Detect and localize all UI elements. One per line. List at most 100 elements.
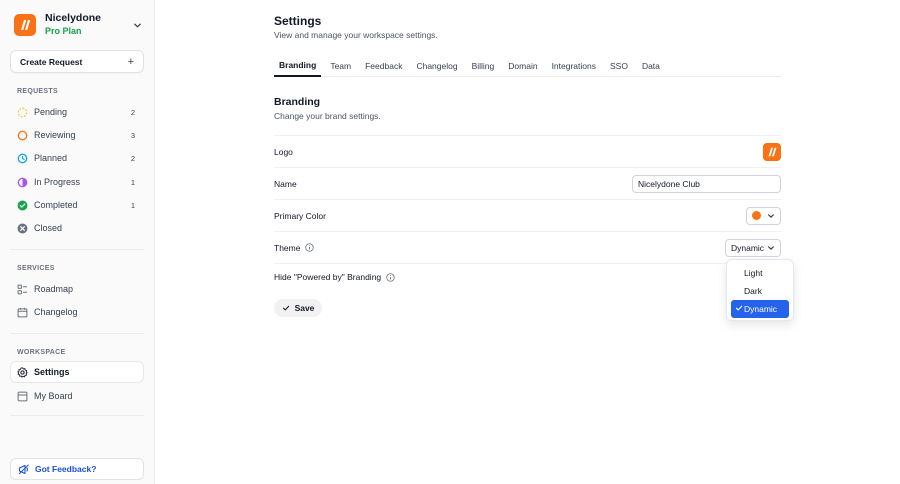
sidebar-item-label: My Board [34, 391, 73, 401]
primary-color-label: Primary Color [274, 210, 326, 221]
workspace-plan: Pro Plan [45, 26, 82, 36]
create-request-label: Create Request [20, 56, 83, 67]
request-count: 3 [130, 130, 135, 140]
plus-icon: + [127, 55, 134, 68]
request-count: 2 [130, 107, 135, 117]
option-label: Light [744, 268, 763, 278]
workspace-section-label: WORKSPACE [17, 349, 66, 356]
tab-billing[interactable]: Billing [467, 55, 500, 77]
save-label: Save [294, 303, 315, 313]
logo-label: Logo [274, 146, 293, 157]
tab-branding[interactable]: Branding [274, 55, 322, 77]
tab-domain[interactable]: Domain [503, 55, 542, 77]
sidebar-item-settings[interactable]: Settings [10, 361, 144, 383]
tab-data[interactable]: Data [637, 55, 665, 77]
chevron-down-icon [768, 213, 774, 218]
sidebar-item-label: Changelog [34, 307, 78, 317]
theme-option-dynamic[interactable]: Dynamic [731, 300, 789, 318]
main-content: Settings View and manage your workspace … [155, 0, 900, 484]
x-circle-icon [17, 223, 28, 234]
sidebar-item-in-progress[interactable]: In Progress 1 [10, 171, 144, 193]
planned-status-icon [17, 153, 28, 164]
theme-select-value: Dynamic [731, 242, 765, 253]
hide-branding-label-group: Hide "Powered by" Branding [274, 272, 395, 282]
sidebar-item-label: Closed [34, 223, 63, 233]
name-row: Name [274, 167, 781, 199]
logo-row: Logo [274, 135, 781, 167]
sidebar-divider [10, 249, 144, 250]
name-label: Name [274, 178, 297, 189]
name-input[interactable] [632, 174, 781, 193]
settings-tabs: Branding Team Feedback Changelog Billing… [274, 55, 781, 77]
check-circle-icon [17, 200, 28, 211]
request-count: 1 [130, 200, 135, 210]
request-count: 2 [130, 153, 135, 163]
option-label: Dark [744, 286, 762, 296]
sidebar-divider [10, 415, 144, 416]
sidebar-item-label: Completed [34, 200, 78, 210]
in-progress-status-icon [17, 177, 28, 188]
requests-section-label: REQUESTS [17, 88, 58, 95]
roadmap-icon [17, 284, 28, 295]
workspace-logo-icon [14, 14, 36, 36]
info-icon[interactable] [305, 243, 315, 252]
check-icon [735, 304, 743, 312]
theme-select[interactable]: Dynamic [725, 238, 781, 257]
calendar-icon [17, 307, 28, 318]
tab-changelog[interactable]: Changelog [411, 55, 462, 77]
theme-label: Theme [274, 242, 301, 253]
hide-branding-label: Hide "Powered by" Branding [274, 272, 382, 282]
workspace-switcher[interactable]: Nicelydone Pro Plan [14, 11, 144, 39]
theme-option-light[interactable]: Light [731, 264, 789, 282]
sidebar-item-pending[interactable]: Pending 2 [10, 101, 144, 123]
theme-label-group: Theme [274, 242, 315, 253]
create-request-button[interactable]: Create Request + [10, 50, 144, 73]
tab-sso[interactable]: SSO [605, 55, 633, 77]
sidebar-item-label: In Progress [34, 177, 81, 187]
sidebar-item-planned[interactable]: Planned 2 [10, 147, 144, 169]
save-button[interactable]: Save [274, 299, 322, 317]
color-swatch [752, 211, 761, 220]
chevron-down-icon[interactable] [130, 18, 144, 32]
branding-section-title: Branding [274, 96, 321, 108]
sidebar-item-reviewing[interactable]: Reviewing 3 [10, 124, 144, 146]
megaphone-icon [18, 463, 30, 475]
option-label: Dynamic [744, 304, 778, 314]
tab-team[interactable]: Team [325, 55, 356, 77]
gear-icon [17, 366, 28, 378]
got-feedback-label: Got Feedback? [35, 464, 97, 474]
sidebar-item-label: Reviewing [34, 130, 76, 140]
branding-section-description: Change your brand settings. [274, 111, 381, 121]
sidebar-item-roadmap[interactable]: Roadmap [10, 278, 144, 300]
sidebar-divider [10, 333, 144, 334]
sidebar-item-closed[interactable]: Closed [10, 217, 144, 239]
primary-color-row: Primary Color [274, 199, 781, 231]
brand-logo-upload[interactable] [763, 142, 781, 161]
sidebar-item-label: Roadmap [34, 284, 74, 294]
tab-integrations[interactable]: Integrations [547, 55, 601, 77]
sidebar-item-label: Pending [34, 107, 68, 117]
reviewing-status-icon [17, 130, 28, 141]
primary-color-picker[interactable] [746, 206, 781, 225]
request-count: 1 [130, 177, 135, 187]
info-icon[interactable] [386, 272, 395, 282]
chevron-down-icon [767, 244, 775, 252]
sidebar-item-changelog[interactable]: Changelog [10, 301, 144, 323]
board-icon [17, 391, 28, 402]
sidebar-item-completed[interactable]: Completed 1 [10, 194, 144, 216]
theme-dropdown-menu: Light Dark Dynamic [726, 259, 794, 321]
services-section-label: SERVICES [17, 265, 55, 272]
theme-row: Theme Dynamic [274, 231, 781, 263]
theme-option-dark[interactable]: Dark [731, 282, 789, 300]
page-title: Settings [274, 14, 322, 28]
hide-branding-row: Hide "Powered by" Branding [274, 263, 781, 290]
page-subtitle: View and manage your workspace settings. [274, 30, 438, 40]
sidebar-item-label: Planned [34, 153, 68, 163]
tab-feedback[interactable]: Feedback [360, 55, 407, 77]
workspace-name: Nicelydone [45, 12, 102, 24]
sidebar-item-my-board[interactable]: My Board [10, 385, 144, 407]
sidebar-item-label: Settings [34, 367, 70, 377]
got-feedback-button[interactable]: Got Feedback? [10, 458, 144, 480]
sidebar: Nicelydone Pro Plan Create Request + REQ… [0, 0, 155, 484]
pending-status-icon [17, 107, 28, 118]
